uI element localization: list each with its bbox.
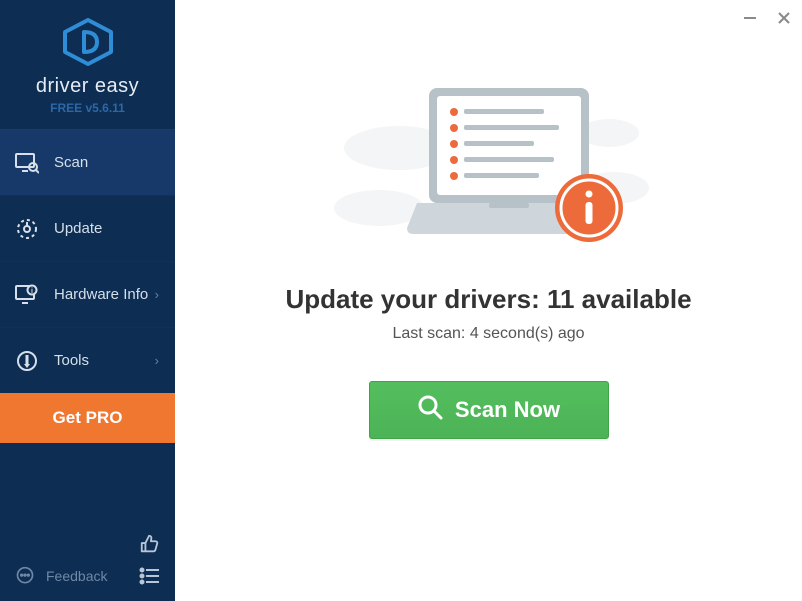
window-controls (740, 8, 794, 28)
feedback-label[interactable]: Feedback (46, 568, 129, 584)
last-scan-text: Last scan: 4 second(s) ago (392, 325, 584, 343)
headline-text: Update your drivers: 11 available (285, 284, 691, 315)
brand-block: driver easy FREE v5.6.11 (0, 0, 175, 129)
tools-icon (14, 348, 40, 374)
sidebar-item-update[interactable]: Update (0, 195, 175, 261)
scan-now-button[interactable]: Scan Now (369, 381, 609, 439)
sidebar-item-scan[interactable]: Scan (0, 129, 175, 195)
sidebar-item-label: Update (54, 220, 159, 237)
sidebar-bottom: Feedback (0, 523, 175, 601)
search-icon (417, 394, 443, 426)
sidebar-item-label: Tools (54, 352, 155, 369)
sidebar-item-tools[interactable]: Tools › (0, 327, 175, 393)
get-pro-label: Get PRO (53, 408, 123, 428)
laptop-illustration (329, 78, 649, 258)
feedback-icon[interactable] (14, 565, 36, 587)
thumbs-up-icon[interactable] (139, 533, 161, 555)
brand-version: FREE v5.6.11 (0, 101, 175, 115)
sidebar-item-label: Hardware Info (54, 286, 155, 303)
minimize-button[interactable] (740, 8, 760, 28)
sidebar-nav: Scan Update (0, 129, 175, 443)
scan-monitor-icon (14, 150, 40, 176)
get-pro-button[interactable]: Get PRO (0, 393, 175, 443)
svg-text:i: i (31, 288, 33, 295)
chevron-right-icon: › (155, 353, 159, 368)
hardware-info-icon: i (14, 282, 40, 308)
sidebar-item-hardware-info[interactable]: i Hardware Info › (0, 261, 175, 327)
update-gear-icon (14, 216, 40, 242)
chevron-right-icon: › (155, 287, 159, 302)
list-menu-icon[interactable] (139, 565, 161, 587)
scan-now-label: Scan Now (455, 397, 560, 423)
sidebar: driver easy FREE v5.6.11 Scan (0, 0, 175, 601)
brand-name: driver easy (0, 75, 175, 98)
brand-logo-icon (0, 18, 175, 71)
close-button[interactable] (774, 8, 794, 28)
main-content: Update your drivers: 11 available Last s… (175, 0, 802, 601)
sidebar-item-label: Scan (54, 154, 159, 171)
